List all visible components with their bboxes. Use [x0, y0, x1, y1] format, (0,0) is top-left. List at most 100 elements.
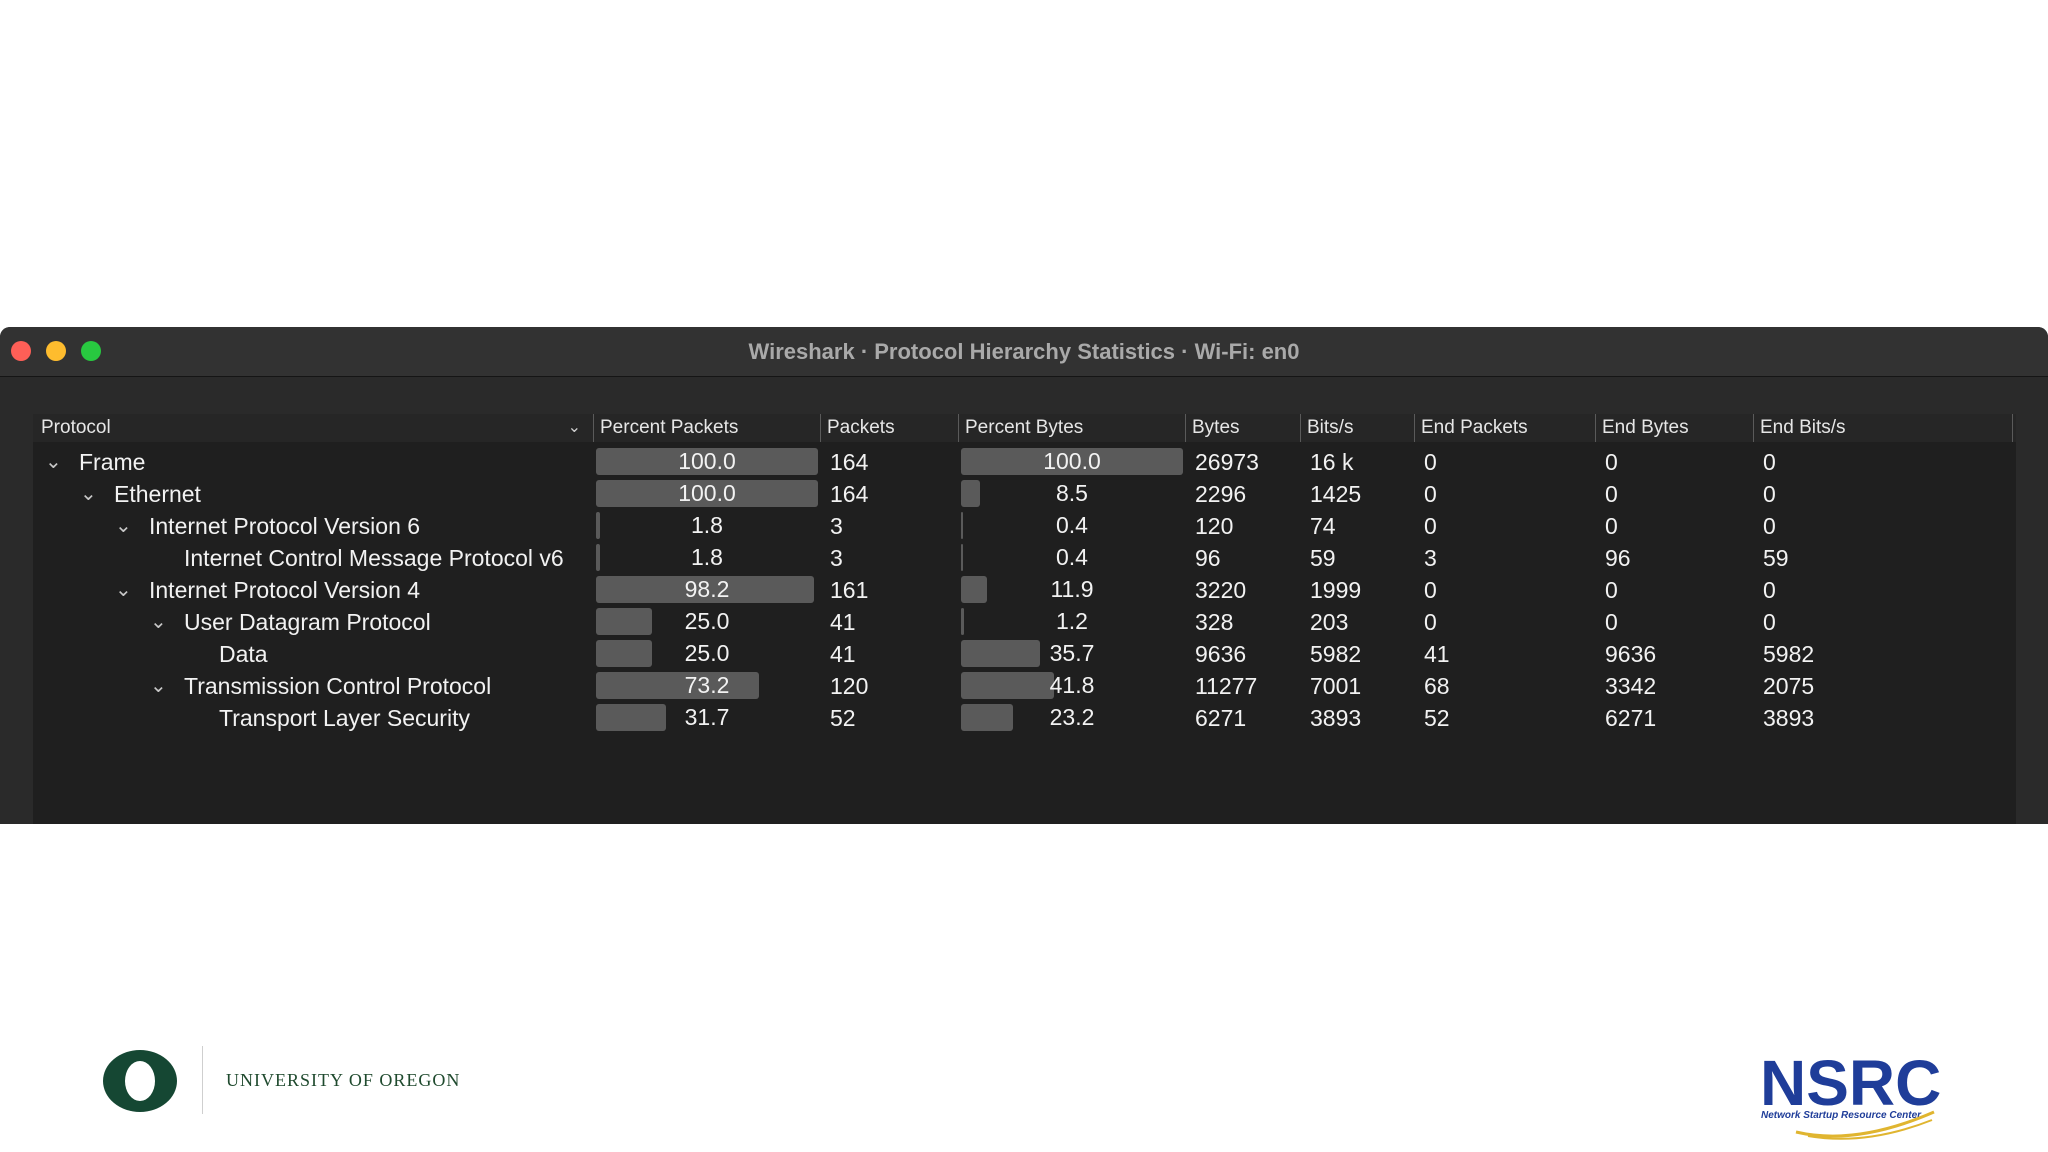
table-row[interactable]: Transport Layer Security 31.7 23.2 52 6271 38… [33, 702, 2016, 734]
nsrc-logo-text: NSRC [1760, 1047, 1941, 1119]
percent-bytes-cell-value: 11.9 [1050, 576, 1094, 602]
end-bytes-cell: 3342 [1605, 673, 1657, 699]
end-packets-cell: 0 [1424, 577, 1437, 603]
bits-per-second-cell: 7001 [1310, 673, 1362, 699]
percent-bytes-cell-value: 8.5 [1056, 480, 1088, 506]
table-row[interactable]: ⌄ Transmission Control Protocol 73.2 41.8 12… [33, 670, 2016, 702]
percent-bytes-cell: 0.4 [961, 512, 1183, 539]
table-row[interactable]: ⌄ Ethernet 100.0 8.5 164 2296 1425 0 0 0 [33, 478, 2016, 510]
university-name: UNIVERSITY OF OREGON [226, 1070, 461, 1090]
window-title: Wireshark · Protocol Hierarchy Statistic… [748, 339, 1300, 364]
column-header-percent-bytes[interactable]: Percent Bytes [958, 414, 1185, 442]
column-header-end-bits-per-second[interactable]: End Bits/s [1753, 414, 2013, 442]
column-header-bytes[interactable]: Bytes [1185, 414, 1300, 442]
chevron-down-icon: ⌄ [567, 419, 581, 436]
packets-cell: 52 [830, 705, 856, 731]
chevron-down-icon[interactable]: ⌄ [150, 606, 167, 638]
end-bytes-cell: 0 [1605, 513, 1618, 539]
percent-packets-cell: 98.2 [596, 576, 818, 603]
percent-bytes-cell: 100.0 [961, 448, 1183, 475]
end-bits-per-second-cell: 0 [1763, 577, 1776, 603]
packets-cell: 3 [830, 513, 843, 539]
packets-cell: 161 [830, 577, 869, 603]
end-bytes-cell: 0 [1605, 577, 1618, 603]
percent-packets-cell-value: 31.7 [684, 704, 730, 730]
bits-per-second-cell: 3893 [1310, 705, 1362, 731]
percent-bytes-cell-value: 41.8 [1049, 672, 1095, 698]
bytes-cell: 6271 [1195, 705, 1247, 731]
bits-per-second-cell: 1425 [1310, 481, 1362, 507]
bytes-cell: 2296 [1195, 481, 1247, 507]
percent-packets-cell-value: 25.0 [684, 640, 730, 666]
percent-packets-cell: 73.2 [596, 672, 818, 699]
title-bar[interactable]: Wireshark · Protocol Hierarchy Statistic… [0, 327, 2048, 377]
column-header-bits-per-second[interactable]: Bits/s [1300, 414, 1414, 442]
percent-packets-cell-value: 25.0 [684, 608, 730, 634]
percent-bytes-cell: 1.2 [961, 608, 1183, 635]
column-header-end-bytes[interactable]: End Bytes [1595, 414, 1753, 442]
table-row[interactable]: ⌄ Frame 100.0 100.0 164 26973 16 k 0 0 0 [33, 446, 2016, 478]
table-row[interactable]: ⌄ Internet Protocol Version 4 98.2 11.9 161 3… [33, 574, 2016, 606]
chevron-down-icon[interactable]: ⌄ [150, 670, 167, 702]
protocol-name: Ethernet [114, 481, 201, 507]
percent-bytes-cell: 11.9 [961, 576, 1183, 603]
percent-packets-cell: 31.7 [596, 704, 818, 731]
nsrc-logo: NSRC Network Startup Resource Center [1760, 1047, 1941, 1140]
packets-cell: 164 [830, 481, 869, 507]
chevron-down-icon[interactable]: ⌄ [80, 478, 97, 510]
protocol-name: Transmission Control Protocol [184, 673, 492, 699]
end-bits-per-second-cell: 3893 [1763, 705, 1815, 731]
column-header-end-packets[interactable]: End Packets [1414, 414, 1595, 442]
column-header-percent-packets[interactable]: Percent Packets [593, 414, 820, 442]
wireshark-window: Wireshark · Protocol Hierarchy Statistic… [0, 327, 2048, 824]
packets-cell: 164 [830, 449, 869, 475]
percent-packets-cell-value: 1.8 [691, 544, 723, 570]
end-packets-cell: 68 [1424, 673, 1450, 699]
chevron-down-icon[interactable]: ⌄ [115, 574, 132, 606]
column-header-label: Protocol [41, 417, 111, 438]
table-header: Protocol ⌄ Percent Packets Packets Perce… [33, 414, 2016, 442]
percent-bytes-cell-value: 23.2 [1049, 704, 1095, 730]
end-bits-per-second-cell: 0 [1763, 513, 1776, 539]
percent-packets-cell-value: 98.2 [684, 576, 730, 602]
table-row[interactable]: Internet Control Message Protocol v6 1.8 0… [33, 542, 2016, 574]
column-header-protocol[interactable]: Protocol ⌄ [33, 414, 593, 442]
end-bits-per-second-cell: 5982 [1763, 641, 1815, 667]
end-bits-per-second-cell: 0 [1763, 481, 1776, 507]
chevron-down-icon[interactable]: ⌄ [45, 446, 62, 478]
protocol-name: Internet Control Message Protocol v6 [184, 545, 564, 571]
packets-cell: 3 [830, 545, 843, 571]
percent-bytes-cell: 8.5 [961, 480, 1183, 507]
percent-bytes-cell: 35.7 [961, 640, 1183, 667]
bytes-cell: 9636 [1195, 641, 1247, 667]
protocol-name: User Datagram Protocol [184, 609, 431, 635]
bits-per-second-cell: 16 k [1310, 449, 1354, 475]
end-bytes-cell: 0 [1605, 449, 1618, 475]
percent-packets-cell: 1.8 [596, 544, 818, 571]
table-row[interactable]: ⌄ User Datagram Protocol 25.0 1.2 41 328 203 0 0… [33, 606, 2016, 638]
protocol-name: Frame [79, 449, 146, 475]
end-bytes-cell: 0 [1605, 609, 1618, 635]
end-packets-cell: 3 [1424, 545, 1437, 571]
chevron-down-icon[interactable]: ⌄ [115, 510, 132, 542]
bytes-cell: 26973 [1195, 449, 1259, 475]
bytes-cell: 328 [1195, 609, 1234, 635]
nsrc-logo-subtitle: Network Startup Resource Center [1761, 1110, 1922, 1121]
logo-divider [202, 1046, 203, 1114]
end-bytes-cell: 0 [1605, 481, 1618, 507]
bits-per-second-cell: 1999 [1310, 577, 1362, 603]
percent-bytes-cell-value: 0.4 [1056, 512, 1088, 538]
end-packets-cell: 41 [1424, 641, 1450, 667]
table-row[interactable]: Data 25.0 35.7 41 9636 5982 41 9636 5982 [33, 638, 2016, 670]
end-packets-cell: 52 [1424, 705, 1450, 731]
percent-packets-cell: 25.0 [596, 608, 818, 635]
packets-cell: 41 [830, 641, 856, 667]
percent-packets-cell: 100.0 [596, 480, 818, 507]
bits-per-second-cell: 203 [1310, 609, 1349, 635]
end-packets-cell: 0 [1424, 449, 1437, 475]
column-header-packets[interactable]: Packets [820, 414, 958, 442]
percent-packets-cell-value: 1.8 [691, 512, 723, 538]
end-packets-cell: 0 [1424, 481, 1437, 507]
end-bits-per-second-cell: 2075 [1763, 673, 1815, 699]
table-row[interactable]: ⌄ Internet Protocol Version 6 1.8 0.4 3 120 74… [33, 510, 2016, 542]
